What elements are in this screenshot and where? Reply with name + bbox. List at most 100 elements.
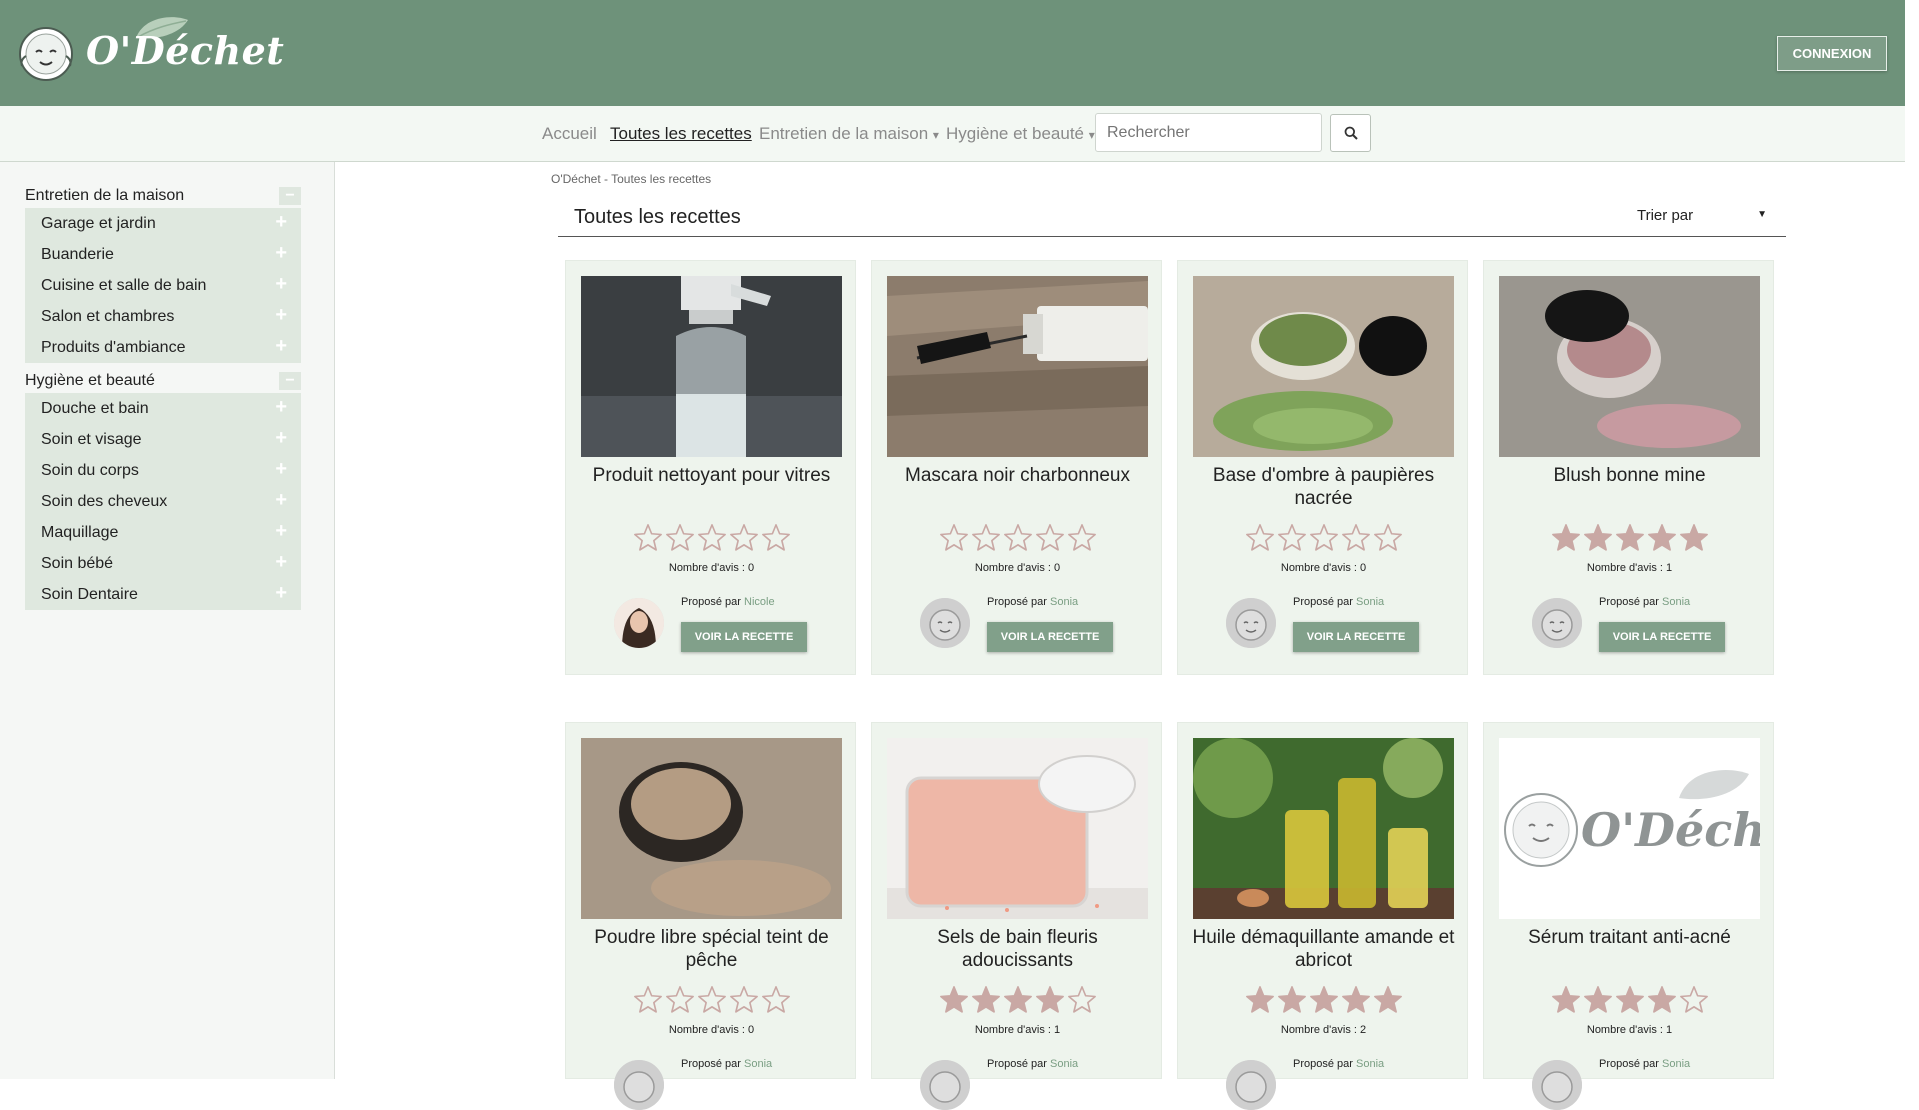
author-link[interactable]: Sonia (1662, 1058, 1690, 1070)
recipe-image-pink-powder[interactable] (1499, 276, 1760, 457)
star-filled-icon[interactable] (939, 985, 969, 1015)
star-filled-icon[interactable] (1341, 985, 1371, 1015)
sidebar-category-entretien[interactable]: Entretien de la maison (25, 187, 184, 205)
star-filled-icon[interactable] (1245, 985, 1275, 1015)
star-empty-icon[interactable] (1341, 523, 1371, 553)
recipe-title[interactable]: Huile démaquillante amande et abricot (1188, 926, 1459, 972)
star-filled-icon[interactable] (1647, 523, 1677, 553)
star-filled-icon[interactable] (971, 985, 1001, 1015)
author-link[interactable]: Sonia (1356, 596, 1384, 608)
star-empty-icon[interactable] (939, 523, 969, 553)
plus-icon[interactable]: + (275, 242, 287, 265)
plus-icon[interactable]: + (275, 520, 287, 543)
sidebar-item-dentaire[interactable]: Soin Dentaire + (25, 579, 301, 610)
star-empty-icon[interactable] (697, 985, 727, 1015)
star-empty-icon[interactable] (729, 985, 759, 1015)
plus-icon[interactable]: + (275, 551, 287, 574)
star-filled-icon[interactable] (1035, 985, 1065, 1015)
star-filled-icon[interactable] (1551, 523, 1581, 553)
star-filled-icon[interactable] (1679, 523, 1709, 553)
collapse-button[interactable]: − (279, 187, 301, 205)
avatar[interactable] (1226, 598, 1276, 648)
plus-icon[interactable]: + (275, 489, 287, 512)
plus-icon[interactable]: + (275, 458, 287, 481)
recipe-image-oil-bottles[interactable] (1193, 738, 1454, 919)
star-empty-icon[interactable] (665, 523, 695, 553)
rating-stars[interactable] (566, 523, 857, 553)
avatar[interactable] (1532, 598, 1582, 648)
rating-stars[interactable] (1178, 985, 1469, 1015)
recipe-image-green-powder[interactable] (1193, 276, 1454, 457)
star-empty-icon[interactable] (665, 985, 695, 1015)
avatar[interactable] (614, 1060, 664, 1110)
star-empty-icon[interactable] (761, 523, 791, 553)
recipe-title[interactable]: Poudre libre spécial teint de pêche (576, 926, 847, 972)
star-empty-icon[interactable] (1373, 523, 1403, 553)
author-link[interactable]: Sonia (1050, 1058, 1078, 1070)
sidebar-item-visage[interactable]: Soin et visage + (25, 424, 301, 455)
author-link[interactable]: Sonia (1356, 1058, 1384, 1070)
avatar[interactable] (1226, 1060, 1276, 1110)
plus-icon[interactable]: + (275, 304, 287, 327)
rating-stars[interactable] (872, 985, 1163, 1015)
view-recipe-button[interactable]: VOIR LA RECETTE (1293, 622, 1419, 652)
star-filled-icon[interactable] (1615, 523, 1645, 553)
sidebar-item-douche[interactable]: Douche et bain + (25, 393, 301, 424)
plus-icon[interactable]: + (275, 335, 287, 358)
star-empty-icon[interactable] (697, 523, 727, 553)
rating-stars[interactable] (566, 985, 857, 1015)
star-empty-icon[interactable] (1035, 523, 1065, 553)
recipe-image-beige-powder[interactable] (581, 738, 842, 919)
star-empty-icon[interactable] (761, 985, 791, 1015)
avatar[interactable] (920, 598, 970, 648)
star-empty-icon[interactable] (1245, 523, 1275, 553)
avatar[interactable] (1532, 1060, 1582, 1110)
sidebar-item-cheveux[interactable]: Soin des cheveux + (25, 486, 301, 517)
rating-stars[interactable] (1178, 523, 1469, 553)
nav-toutes-les-recettes[interactable]: Toutes les recettes (610, 124, 752, 144)
nav-entretien-dropdown[interactable]: Entretien de la maison ▾ (759, 124, 939, 144)
site-logo[interactable]: O'Déchet (16, 12, 284, 82)
sidebar-item-maquillage[interactable]: Maquillage + (25, 517, 301, 548)
nav-accueil[interactable]: Accueil (542, 124, 597, 144)
avatar[interactable] (920, 1060, 970, 1110)
author-link[interactable]: Nicole (744, 596, 775, 608)
sidebar-item-cuisine[interactable]: Cuisine et salle de bain + (25, 270, 301, 301)
view-recipe-button[interactable]: VOIR LA RECETTE (1599, 622, 1725, 652)
author-link[interactable]: Sonia (1662, 596, 1690, 608)
view-recipe-button[interactable]: VOIR LA RECETTE (987, 622, 1113, 652)
star-filled-icon[interactable] (1003, 985, 1033, 1015)
sidebar-item-garage[interactable]: Garage et jardin + (25, 208, 301, 239)
author-link[interactable]: Sonia (1050, 596, 1078, 608)
sort-select[interactable]: Trier par ▼ (1637, 207, 1767, 224)
star-empty-icon[interactable] (729, 523, 759, 553)
collapse-button[interactable]: − (279, 372, 301, 390)
sidebar-item-salon[interactable]: Salon et chambres + (25, 301, 301, 332)
star-filled-icon[interactable] (1277, 985, 1307, 1015)
plus-icon[interactable]: + (275, 211, 287, 234)
view-recipe-button[interactable]: VOIR LA RECETTE (681, 622, 807, 652)
rating-stars[interactable] (1484, 523, 1775, 553)
star-empty-icon[interactable] (971, 523, 1001, 553)
star-empty-icon[interactable] (633, 985, 663, 1015)
recipe-image-mascara[interactable] (887, 276, 1148, 457)
star-filled-icon[interactable] (1647, 985, 1677, 1015)
plus-icon[interactable]: + (275, 582, 287, 605)
avatar[interactable] (614, 598, 664, 648)
sidebar-item-corps[interactable]: Soin du corps + (25, 455, 301, 486)
recipe-image-pink-salt[interactable] (887, 738, 1148, 919)
star-filled-icon[interactable] (1309, 985, 1339, 1015)
star-empty-icon[interactable] (1067, 523, 1097, 553)
recipe-title[interactable]: Sels de bain fleuris adoucissants (882, 926, 1153, 972)
plus-icon[interactable]: + (275, 396, 287, 419)
nav-hygiene-dropdown[interactable]: Hygiène et beauté ▾ (946, 124, 1095, 144)
plus-icon[interactable]: + (275, 427, 287, 450)
recipe-image-placeholder-logo[interactable]: O'Déchet (1499, 738, 1760, 919)
search-button[interactable] (1330, 114, 1371, 152)
star-filled-icon[interactable] (1583, 523, 1613, 553)
sidebar-item-buanderie[interactable]: Buanderie + (25, 239, 301, 270)
recipe-title[interactable]: Sérum traitant anti-acné (1494, 926, 1765, 949)
star-filled-icon[interactable] (1551, 985, 1581, 1015)
star-empty-icon[interactable] (633, 523, 663, 553)
star-filled-icon[interactable] (1373, 985, 1403, 1015)
